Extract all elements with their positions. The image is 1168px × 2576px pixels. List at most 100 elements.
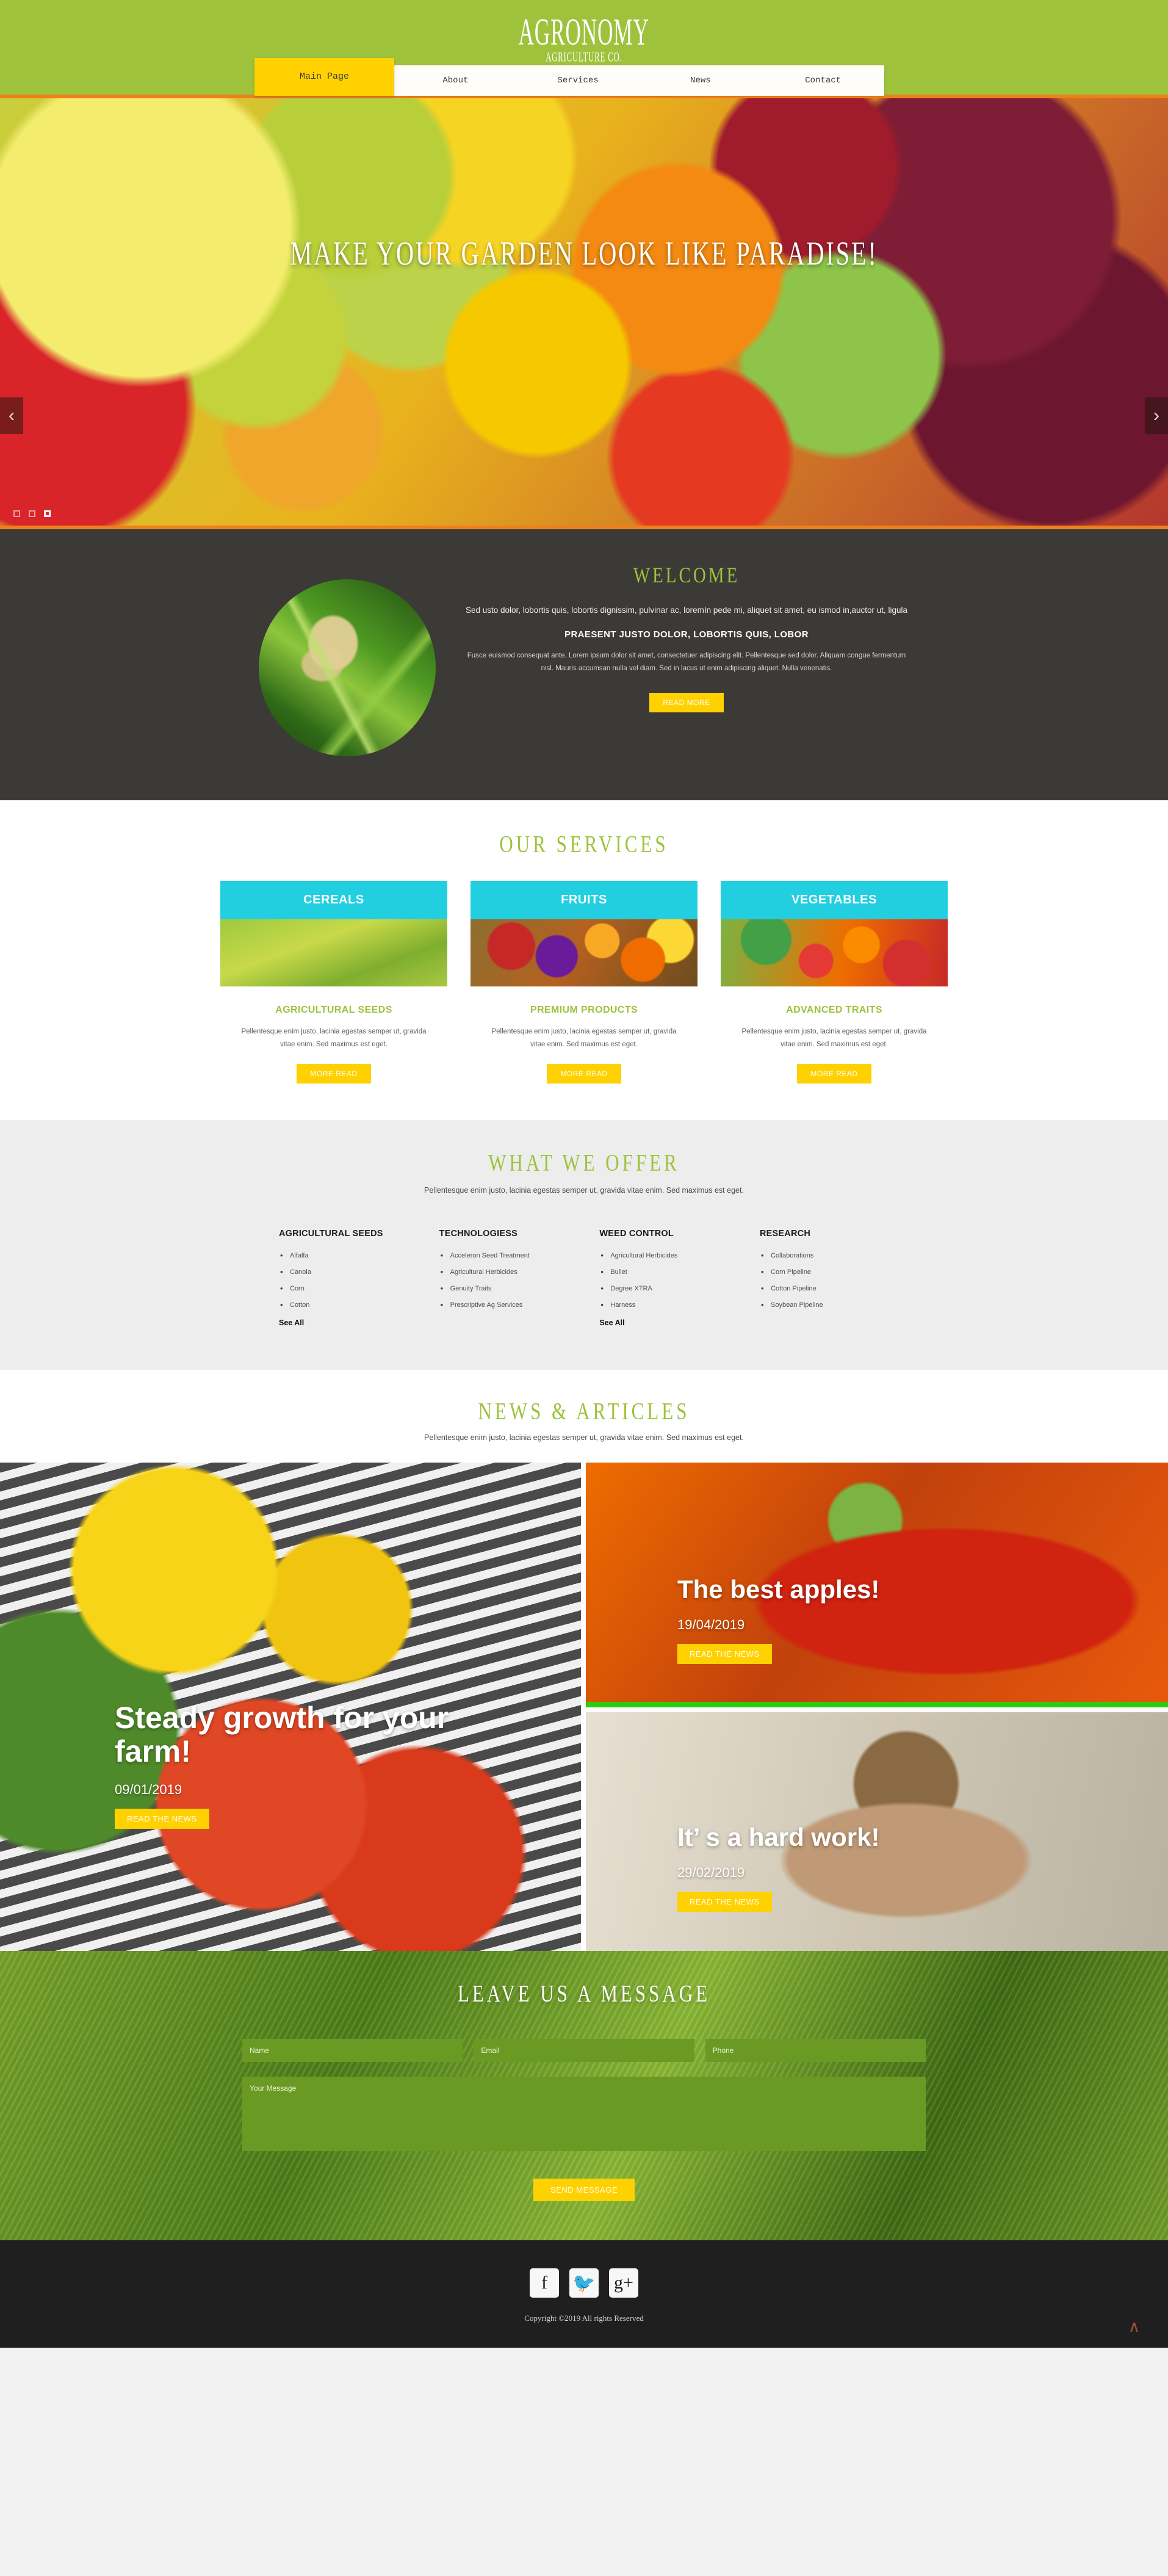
nav-item-contact[interactable]: Contact: [762, 76, 884, 85]
send-button-wrap: SEND MESSAGE: [242, 2179, 926, 2202]
offer-list-item[interactable]: Cotton Pipeline: [760, 1284, 889, 1293]
offer-list-item[interactable]: Genuity Traits: [439, 1284, 600, 1293]
welcome-image: [259, 579, 436, 756]
news-card-button[interactable]: READ THE NEWS: [677, 1892, 772, 1912]
service-card-button[interactable]: MORE READ: [547, 1064, 621, 1084]
message-textarea[interactable]: [242, 2077, 926, 2152]
service-card-head: CEREALS: [220, 881, 447, 919]
services-title: OUR SERVICES: [499, 830, 669, 858]
hero-pagination: [13, 510, 51, 517]
service-card: CEREALS AGRICULTURAL SEEDS Pellentesque …: [220, 881, 447, 1084]
news-card[interactable]: The best apples! 19/04/2019 READ THE NEW…: [586, 1463, 1168, 1707]
offer-see-all-link[interactable]: See All: [279, 1319, 439, 1327]
offer-list-item[interactable]: Cotton: [279, 1300, 439, 1309]
welcome-lead: Sed usto dolor, lobortis quis, lobortis …: [465, 606, 908, 615]
service-card-image: [721, 919, 948, 986]
offer-list-item[interactable]: Corn: [279, 1284, 439, 1293]
service-card-button[interactable]: MORE READ: [297, 1064, 371, 1084]
offer-column-heading: WEED CONTROL: [599, 1229, 674, 1239]
service-card-body: Pellentesque enim justo, lacinia egestas…: [241, 1028, 427, 1048]
news-card-content: It’ s a hard work! 29/02/2019 READ THE N…: [677, 1823, 879, 1912]
news-card-content: Steady growth for your farm! 09/01/2019 …: [115, 1701, 505, 1829]
offer-column: AGRICULTURAL SEEDS Alfalfa Canola Corn C…: [279, 1229, 439, 1327]
offer-list-item[interactable]: Prescriptive Ag Services: [439, 1300, 600, 1309]
main-navigation: Main Page About Services News Contact: [254, 58, 884, 96]
offer-list-item[interactable]: Alfalfa: [279, 1251, 439, 1260]
welcome-read-more-button[interactable]: READ MORE: [649, 692, 724, 712]
service-card: FRUITS PREMIUM PRODUCTS Pellentesque eni…: [470, 881, 698, 1084]
news-card-date: 29/02/2019: [677, 1865, 745, 1881]
news-title: NEWS & ARTICLES: [478, 1397, 690, 1425]
hero-dot-1[interactable]: [13, 510, 20, 517]
hero-dot-2[interactable]: [29, 510, 35, 517]
hero-prev-icon[interactable]: ‹: [0, 397, 23, 434]
service-card: VEGETABLES ADVANCED TRAITS Pellentesque …: [721, 881, 948, 1084]
send-message-button[interactable]: SEND MESSAGE: [533, 2179, 635, 2202]
contact-section: LEAVE US A MESSAGE SEND MESSAGE: [0, 1951, 1168, 2240]
nav-item-about[interactable]: About: [394, 76, 517, 85]
service-card-image: [470, 919, 698, 986]
offer-column: TECHNOLOGIESS Acceleron Seed Treatment A…: [439, 1229, 600, 1327]
news-card-date: 19/04/2019: [677, 1616, 745, 1632]
news-card[interactable]: It’ s a hard work! 29/02/2019 READ THE N…: [586, 1712, 1168, 1952]
services-section: OUR SERVICES CEREALS AGRICULTURAL SEEDS …: [0, 800, 1168, 1121]
facebook-icon[interactable]: f: [530, 2268, 559, 2298]
news-lead: Pellentesque enim justo, lacinia egestas…: [424, 1433, 744, 1442]
offer-list-item[interactable]: Agricultural Herbicides: [599, 1251, 760, 1260]
offer-column: WEED CONTROL Agricultural Herbicides Bul…: [599, 1229, 760, 1327]
service-card-head: FRUITS: [470, 881, 698, 919]
offer-list-item[interactable]: Soybean Pipeline: [760, 1300, 889, 1309]
news-grid: Steady growth for your farm! 09/01/2019 …: [0, 1463, 1168, 1952]
hero-dot-3[interactable]: [44, 510, 51, 517]
offer-list-item[interactable]: Bullet: [599, 1267, 760, 1276]
service-card-subtitle: ADVANCED TRAITS: [786, 1005, 882, 1015]
site-header: AGRONOMY AGRICULTURE CO. Main Page About…: [0, 0, 1168, 96]
contact-title: LEAVE US A MESSAGE: [457, 1980, 711, 2007]
nav-items: About Services News Contact: [394, 65, 884, 96]
nav-item-main-page[interactable]: Main Page: [254, 58, 394, 96]
offer-column-heading: RESEARCH: [760, 1229, 810, 1239]
brand-title: AGRONOMY: [518, 12, 650, 54]
scroll-to-top-icon[interactable]: ∧: [1128, 2318, 1140, 2334]
welcome-body: Fusce euismod consequat ante. Lorem ipsu…: [467, 652, 906, 673]
brand: AGRONOMY AGRICULTURE CO.: [0, 0, 1168, 65]
offer-list-item[interactable]: Corn Pipeline: [760, 1267, 889, 1276]
offer-list-item[interactable]: Degree XTRA: [599, 1284, 760, 1293]
page-root: AGRONOMY AGRICULTURE CO. Main Page About…: [0, 0, 1168, 2348]
offer-list-item[interactable]: Harness: [599, 1300, 760, 1309]
welcome-heading: WELCOME: [633, 563, 740, 588]
twitter-icon[interactable]: 🐦: [569, 2268, 599, 2298]
offer-list-item[interactable]: Agricultural Herbicides: [439, 1267, 600, 1276]
news-card-button[interactable]: READ THE NEWS: [677, 1643, 772, 1664]
offer-list-item[interactable]: Collaborations: [760, 1251, 889, 1260]
offer-lead: Pellentesque enim justo, lacinia egestas…: [424, 1186, 744, 1195]
welcome-content: WELCOME Sed usto dolor, lobortis quis, l…: [464, 563, 909, 756]
nav-item-news[interactable]: News: [640, 76, 762, 85]
news-section: NEWS & ARTICLES Pellentesque enim justo,…: [0, 1370, 1168, 1952]
name-input[interactable]: [242, 2039, 463, 2063]
offer-list-item[interactable]: Canola: [279, 1267, 439, 1276]
news-card-title: The best apples!: [677, 1574, 880, 1604]
nav-item-services[interactable]: Services: [517, 76, 640, 85]
email-input[interactable]: [474, 2039, 694, 2063]
hero-slider: MAKE YOUR GARDEN LOOK LIKE PARADISE! ‹ ›: [0, 98, 1168, 526]
news-card-date: 09/01/2019: [115, 1782, 182, 1798]
news-card-content: The best apples! 19/04/2019 READ THE NEW…: [677, 1574, 880, 1664]
service-card-subtitle: PREMIUM PRODUCTS: [530, 1005, 638, 1015]
site-footer: f 🐦 g+ Copyright ©2019 All rights Reserv…: [0, 2240, 1168, 2348]
service-card-button[interactable]: MORE READ: [797, 1064, 871, 1084]
news-card-primary[interactable]: Steady growth for your farm! 09/01/2019 …: [0, 1463, 581, 1952]
phone-input[interactable]: [705, 2039, 926, 2063]
offer-list-item[interactable]: Acceleron Seed Treatment: [439, 1251, 600, 1260]
copyright-text: Copyright ©2019 All rights Reserved: [524, 2314, 644, 2323]
offer-column-heading: TECHNOLOGIESS: [439, 1229, 517, 1239]
offer-title: WHAT WE OFFER: [488, 1149, 680, 1176]
hero-next-icon[interactable]: ›: [1145, 397, 1168, 434]
news-card-button[interactable]: READ THE NEWS: [115, 1809, 209, 1829]
offer-see-all-link[interactable]: See All: [599, 1319, 760, 1327]
google-plus-icon[interactable]: g+: [609, 2268, 638, 2298]
welcome-section: WELCOME Sed usto dolor, lobortis quis, l…: [0, 529, 1168, 800]
service-card-body: Pellentesque enim justo, lacinia egestas…: [741, 1028, 927, 1048]
service-card-body: Pellentesque enim justo, lacinia egestas…: [491, 1028, 677, 1048]
news-cards-secondary: The best apples! 19/04/2019 READ THE NEW…: [586, 1463, 1168, 1952]
